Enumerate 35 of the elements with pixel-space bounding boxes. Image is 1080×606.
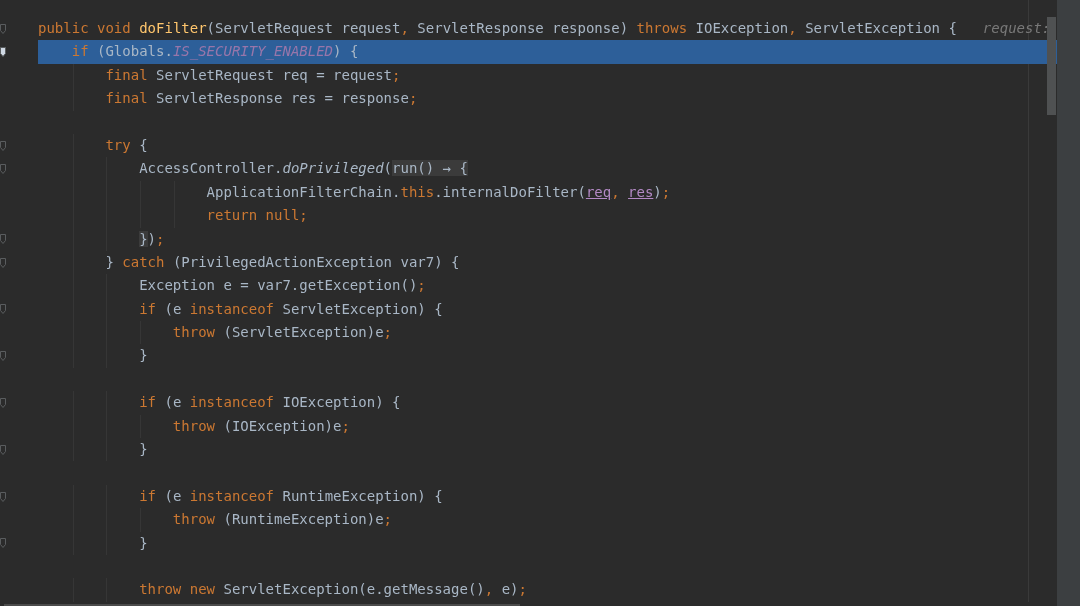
code-line: if (e instanceof IOException) { [138, 393, 401, 413]
code-line: throw (RuntimeException)e; [171, 510, 393, 530]
fold-icon[interactable] [0, 351, 6, 362]
fold-icon[interactable] [0, 538, 6, 549]
code-line: throw (ServletException)e; [171, 323, 393, 343]
code-line: } catch (PrivilegedActionException var7) { [104, 252, 460, 272]
fold-icon[interactable] [0, 304, 6, 315]
scrollbar-thumb[interactable] [1047, 17, 1056, 115]
fold-icon[interactable] [0, 234, 6, 245]
fold-icon[interactable] [0, 444, 6, 455]
code-line: return null; [205, 206, 308, 226]
fold-icon[interactable] [0, 257, 6, 268]
code-line: if (e instanceof RuntimeException) { [138, 486, 443, 506]
code-line: throw (IOException)e; [171, 416, 350, 436]
breakpoint-fold-icon[interactable] [0, 47, 6, 58]
fold-icon[interactable] [0, 23, 6, 34]
inlay-hint: request: [982, 19, 1051, 39]
code-line: } [138, 346, 148, 366]
code-line: throw new ServletException(e.getMessage(), e); [138, 580, 527, 600]
fold-icon[interactable] [0, 164, 6, 175]
code-line: if (e instanceof ServletException) { [138, 299, 443, 319]
code-line: Exception e = var7.getException(); [138, 276, 426, 296]
code-line: } [138, 440, 148, 460]
fold-icon[interactable] [0, 491, 6, 502]
code-line: final ServletResponse res = response; [104, 89, 418, 109]
code-line: if (Globals.IS_SECURITY_ENABLED) { [70, 42, 359, 62]
code-line: }); [138, 229, 165, 249]
code-line: AccessController.doPrivileged(run() → { [138, 159, 468, 179]
code-line: final ServletRequest req = request; [104, 65, 401, 85]
code-line: } [138, 533, 148, 553]
fold-icon[interactable] [0, 397, 6, 408]
code-line: ApplicationFilterChain.this.internalDoFilter(req, res); [205, 182, 671, 202]
code-line: public void doFilter(ServletRequest request, ServletResponse response) throws IOException, ServletException { [38, 19, 957, 38]
fold-icon[interactable] [0, 140, 6, 151]
code-line: try { [104, 135, 148, 155]
